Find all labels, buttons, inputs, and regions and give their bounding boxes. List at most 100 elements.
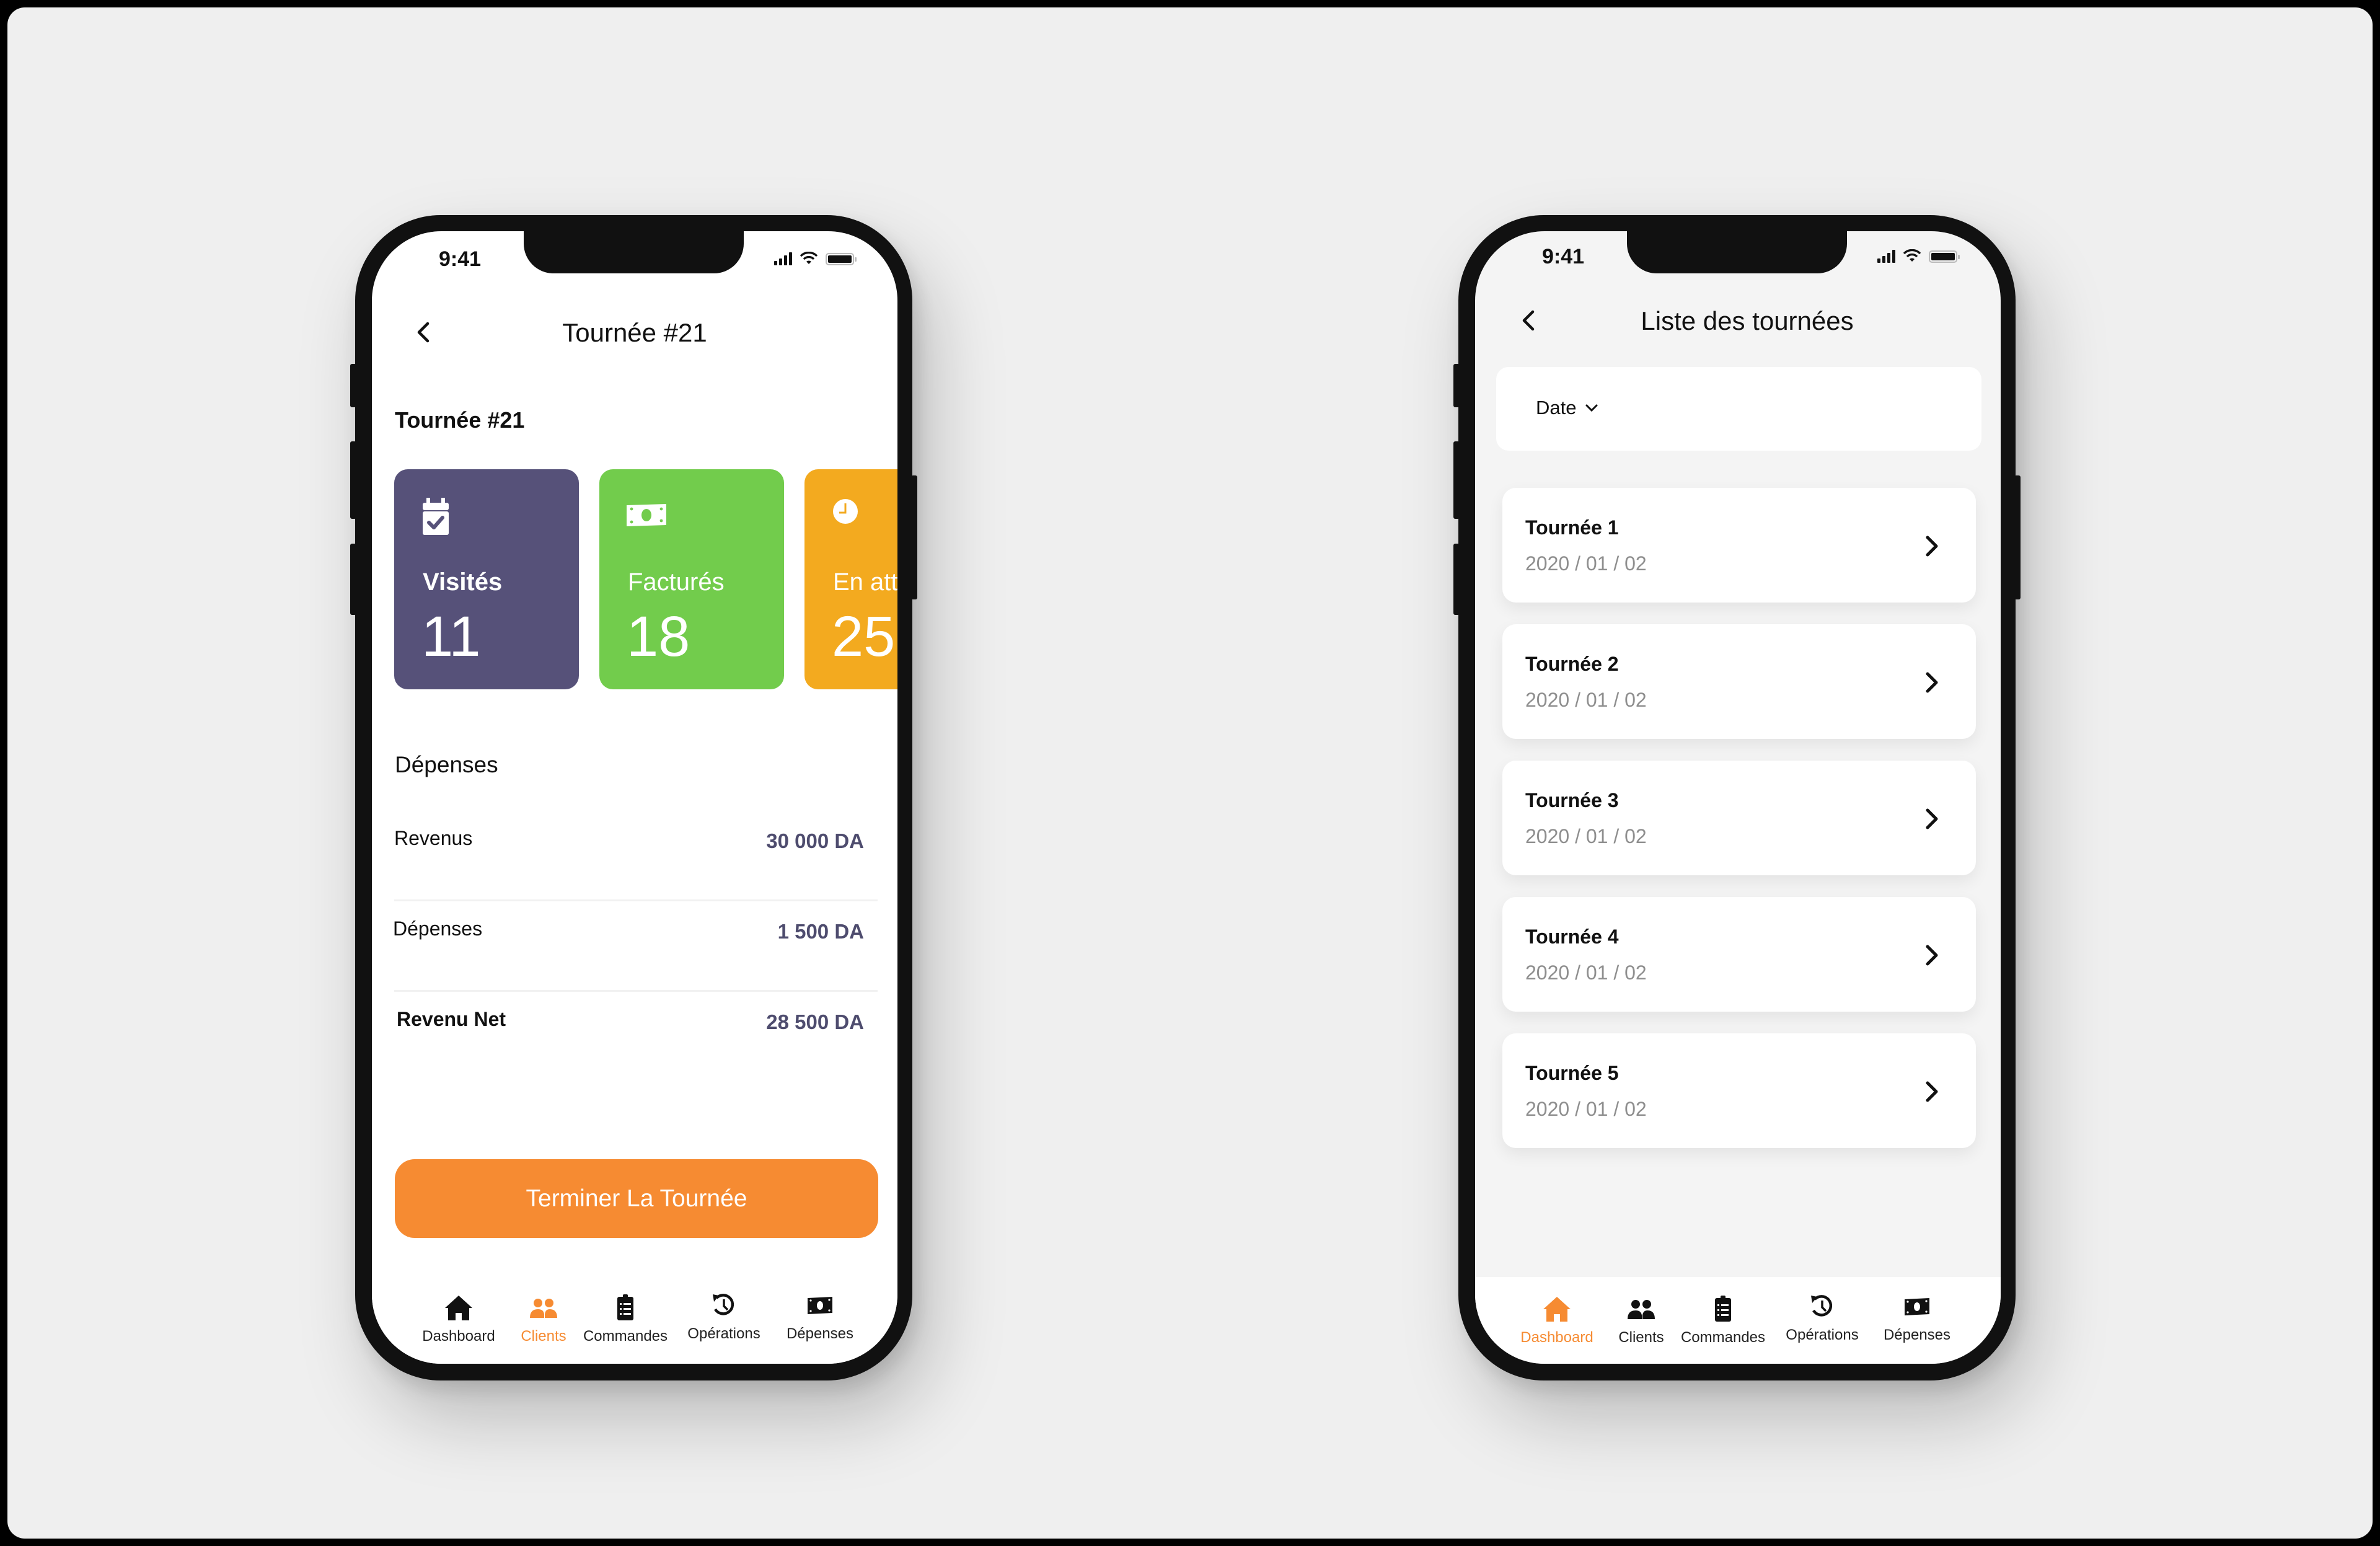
row-label: Dépenses — [393, 917, 483, 940]
chevron-down-icon — [1585, 404, 1598, 412]
chevron-right-icon — [1926, 945, 1938, 966]
chevron-right-icon — [1926, 808, 1938, 829]
mockup-canvas: 9:41 Tournée #21 Tournée #21 Visités 11 … — [7, 7, 2373, 1539]
bottom-nav: Dashboard Clients Commandes Opérations D… — [1475, 1277, 2001, 1364]
nav-item-operations[interactable]: Opérations — [674, 1288, 774, 1343]
row-value: 1 500 DA — [777, 920, 864, 943]
nav-label: Commandes — [1680, 1329, 1766, 1346]
tournee-title: Tournée 4 — [1525, 925, 1619, 948]
tournee-date: 2020 / 01 / 02 — [1525, 825, 1647, 847]
clock-icon — [833, 499, 858, 524]
list-item[interactable]: Tournée 1 2020 / 01 / 02 — [1502, 488, 1976, 603]
expenses-summary: Revenus 30 000 DA Dépenses 1 500 DA Reve… — [393, 811, 878, 1082]
date-filter-dropdown[interactable]: Date — [1536, 397, 1598, 419]
signal-icon — [774, 252, 792, 265]
home-icon — [1543, 1297, 1571, 1322]
stat-card-factures[interactable]: Facturés 18 — [599, 469, 784, 689]
tournee-title: Tournée 3 — [1525, 789, 1619, 811]
stat-label: Visités — [423, 568, 503, 596]
wifi-icon — [800, 252, 818, 264]
chevron-right-icon — [1926, 1081, 1938, 1102]
clipboard-list-icon — [617, 1294, 633, 1320]
nav-item-depenses[interactable]: Dépenses — [1867, 1289, 1967, 1344]
nav-item-depenses[interactable]: Dépenses — [770, 1288, 870, 1343]
volume-down-button — [1453, 544, 1460, 615]
status-time: 9:41 — [1542, 245, 1585, 268]
stat-label: Facturés — [628, 568, 725, 596]
volume-up-button — [350, 441, 356, 519]
summary-row-depenses: Dépenses 1 500 DA — [393, 901, 878, 992]
phone-tournee-detail: 9:41 Tournée #21 Tournée #21 Visités 11 … — [350, 215, 917, 1380]
nav-item-commandes[interactable]: Commandes — [576, 1291, 675, 1345]
money-bill-icon — [1905, 1298, 1929, 1315]
notch — [1627, 231, 1847, 273]
list-item[interactable]: Tournée 3 2020 / 01 / 02 — [1502, 761, 1976, 875]
status-icons — [1877, 249, 1960, 263]
row-value: 28 500 DA — [766, 1010, 864, 1033]
screen: 9:41 Tournée #21 Tournée #21 Visités 11 … — [372, 231, 897, 1364]
nav-label: Dépenses — [1883, 1327, 1951, 1343]
tournee-title: Tournée 2 — [1525, 653, 1619, 675]
status-time: 9:41 — [439, 247, 482, 271]
row-value: 30 000 DA — [766, 829, 864, 852]
tournee-date: 2020 / 01 / 02 — [1525, 1098, 1647, 1120]
tournee-date: 2020 / 01 / 02 — [1525, 961, 1647, 984]
chevron-right-icon — [1926, 536, 1938, 557]
clipboard-list-icon — [1715, 1296, 1731, 1322]
signal-icon — [1877, 249, 1895, 263]
row-label: Revenu Net — [397, 1008, 506, 1030]
summary-row-revenus: Revenus 30 000 DA — [394, 811, 878, 901]
stat-value: 11 — [421, 605, 481, 668]
calendar-check-icon — [423, 498, 449, 535]
nav-item-dashboard[interactable]: Dashboard — [409, 1291, 508, 1345]
date-filter-label: Date — [1536, 397, 1577, 418]
notch — [524, 231, 744, 273]
stat-value: 18 — [627, 605, 690, 668]
stat-card-visites[interactable]: Visités 11 — [394, 469, 579, 689]
stat-label: En attente — [833, 568, 897, 596]
nav-label: Dépenses — [786, 1325, 854, 1342]
summary-row-revenu-net: Revenu Net 28 500 DA — [394, 992, 878, 1082]
stat-value: 25 — [832, 605, 896, 668]
wifi-icon — [1903, 249, 1921, 262]
list-item[interactable]: Tournée 2 2020 / 01 / 02 — [1502, 624, 1976, 739]
row-label: Revenus — [394, 827, 473, 849]
battery-icon — [1929, 250, 1960, 263]
volume-up-button — [1453, 441, 1460, 519]
stat-card-en-attente[interactable]: En attente 25 — [804, 469, 897, 689]
status-icons — [774, 252, 857, 265]
users-icon — [1628, 1300, 1655, 1319]
tournees-list: Tournée 1 2020 / 01 / 02 Tournée 2 2020 … — [1502, 488, 1976, 1170]
mute-switch — [350, 364, 356, 407]
mute-switch — [1453, 364, 1460, 407]
filter-bar: Date — [1496, 367, 1981, 451]
tournee-subheading: Tournée #21 — [395, 407, 525, 433]
chevron-right-icon — [1926, 672, 1938, 693]
terminer-tournee-button[interactable]: Terminer La Tournée — [395, 1159, 878, 1238]
nav-item-operations[interactable]: Opérations — [1773, 1289, 1872, 1344]
tournee-title: Tournée 1 — [1525, 516, 1619, 539]
users-icon — [530, 1299, 557, 1318]
nav-label: Opérations — [687, 1325, 760, 1342]
expenses-section-title: Dépenses — [395, 752, 498, 777]
tournee-title: Tournée 5 — [1525, 1062, 1619, 1084]
stats-carousel[interactable]: Visités 11 Facturés 18 En attente 25 — [394, 469, 897, 689]
power-button — [2014, 475, 2021, 599]
nav-item-commandes[interactable]: Commandes — [1673, 1292, 1773, 1346]
phone-liste-tournees: 9:41 Liste des tournées Date Tournée 1 2… — [1453, 215, 2021, 1380]
page-title: Tournée #21 — [562, 318, 707, 347]
nav-label: Opérations — [1786, 1327, 1859, 1343]
money-bill-icon — [808, 1297, 832, 1314]
history-icon — [1811, 1295, 1833, 1317]
page-title: Liste des tournées — [1641, 306, 1854, 335]
home-icon — [445, 1296, 472, 1320]
list-item[interactable]: Tournée 5 2020 / 01 / 02 — [1502, 1033, 1976, 1148]
list-item[interactable]: Tournée 4 2020 / 01 / 02 — [1502, 897, 1976, 1012]
tournee-date: 2020 / 01 / 02 — [1525, 552, 1647, 575]
nav-label: Dashboard — [422, 1328, 495, 1345]
tournee-date: 2020 / 01 / 02 — [1525, 689, 1647, 711]
money-bill-icon — [627, 504, 666, 526]
history-icon — [713, 1294, 734, 1315]
screen: 9:41 Liste des tournées Date Tournée 1 2… — [1475, 231, 2001, 1364]
volume-down-button — [350, 544, 356, 615]
